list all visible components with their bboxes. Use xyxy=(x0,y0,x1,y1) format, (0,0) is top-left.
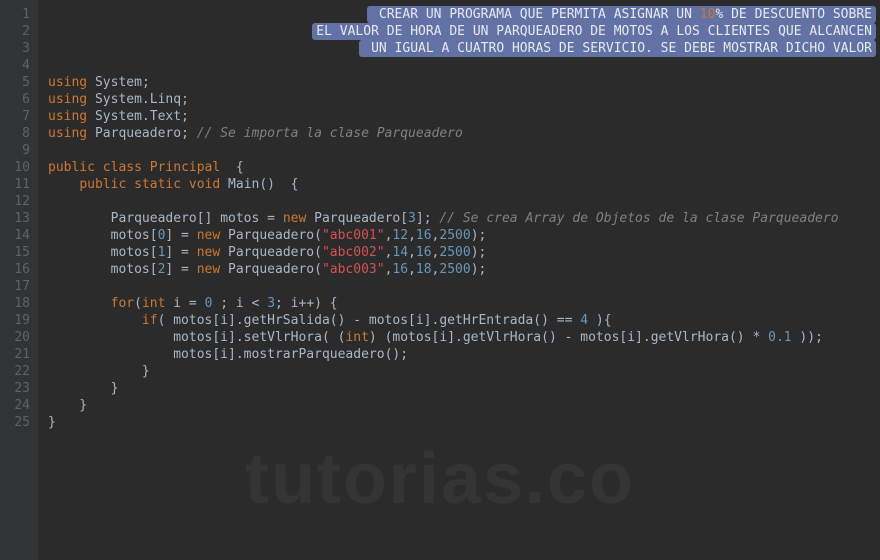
line-number: 7 xyxy=(0,108,30,125)
line-number: 19 xyxy=(0,312,30,329)
code-line: motos[0] = new Parqueadero("abc001",12,1… xyxy=(48,227,880,244)
code-line: motos[i].mostrarParqueadero(); xyxy=(48,346,880,363)
line-number: 12 xyxy=(0,193,30,210)
line-number: 22 xyxy=(0,363,30,380)
line-number: 5 xyxy=(0,74,30,91)
line-number: 17 xyxy=(0,278,30,295)
code-line: } xyxy=(48,414,880,431)
code-line: } xyxy=(48,397,880,414)
line-number: 16 xyxy=(0,261,30,278)
code-line: } xyxy=(48,380,880,397)
line-number: 23 xyxy=(0,380,30,397)
code-line: using System; xyxy=(48,74,880,91)
line-number: 4 xyxy=(0,57,30,74)
code-line xyxy=(48,142,880,159)
line-number: 3 xyxy=(0,40,30,57)
code-line: } xyxy=(48,363,880,380)
line-number: 14 xyxy=(0,227,30,244)
code-line: using System.Linq; xyxy=(48,91,880,108)
code-line: public static void Main() { xyxy=(48,176,880,193)
line-number: 2 xyxy=(0,23,30,40)
code-line: public class Principal { xyxy=(48,159,880,176)
code-line xyxy=(48,57,880,74)
line-number: 8 xyxy=(0,125,30,142)
code-area[interactable]: CREAR UN PROGRAMA QUE PERMITA ASIGNAR UN… xyxy=(38,0,880,560)
line-number: 10 xyxy=(0,159,30,176)
line-number: 1 xyxy=(0,6,30,23)
code-line: using Parqueadero; // Se importa la clas… xyxy=(48,125,880,142)
code-line xyxy=(48,193,880,210)
code-line: motos[i].setVlrHora( (int) (motos[i].get… xyxy=(48,329,880,346)
code-line: Parqueadero[] motos = new Parqueadero[3]… xyxy=(48,210,880,227)
code-line: motos[1] = new Parqueadero("abc002",14,1… xyxy=(48,244,880,261)
code-line: for(int i = 0 ; i < 3; i++) { xyxy=(48,295,880,312)
line-numbers-gutter: 1 2 3 4 5 6 7 8 9 10 11 12 13 14 15 16 1… xyxy=(0,0,38,560)
code-line: motos[2] = new Parqueadero("abc003",16,1… xyxy=(48,261,880,278)
line-number: 21 xyxy=(0,346,30,363)
code-line xyxy=(48,278,880,295)
line-number: 13 xyxy=(0,210,30,227)
line-number: 15 xyxy=(0,244,30,261)
line-number: 18 xyxy=(0,295,30,312)
code-line: if( motos[i].getHrSalida() - motos[i].ge… xyxy=(48,312,880,329)
line-number: 24 xyxy=(0,397,30,414)
line-number: 25 xyxy=(0,414,30,431)
line-number: 9 xyxy=(0,142,30,159)
code-editor: 1 2 3 4 5 6 7 8 9 10 11 12 13 14 15 16 1… xyxy=(0,0,880,560)
line-number: 11 xyxy=(0,176,30,193)
line-number: 20 xyxy=(0,329,30,346)
line-number: 6 xyxy=(0,91,30,108)
code-line: using System.Text; xyxy=(48,108,880,125)
selected-comment-block: CREAR UN PROGRAMA QUE PERMITA ASIGNAR UN… xyxy=(312,6,876,57)
